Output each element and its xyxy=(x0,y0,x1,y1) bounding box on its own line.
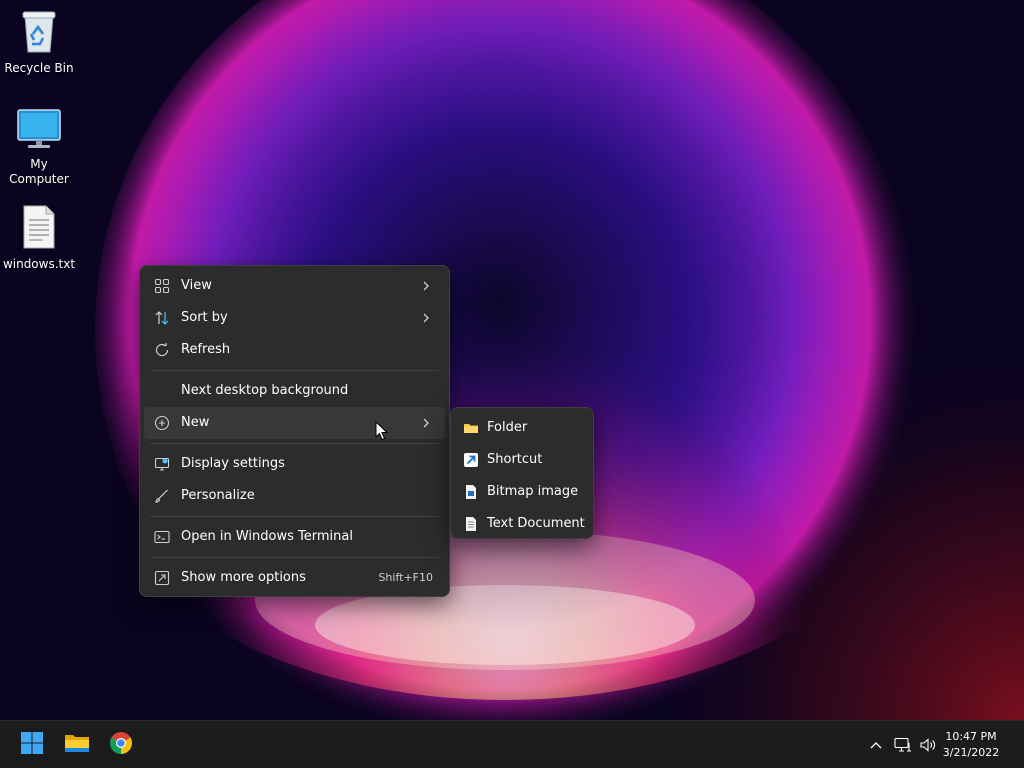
brush-icon xyxy=(154,488,170,504)
menu-item-label: Sort by xyxy=(181,310,228,325)
menu-item-label: Show more options xyxy=(181,570,306,585)
shortcut-arrow-icon xyxy=(463,452,479,468)
menu-item-view[interactable]: View xyxy=(144,270,445,302)
menu-item-label: Open in Windows Terminal xyxy=(181,529,353,544)
menu-separator xyxy=(150,370,439,371)
menu-item-label: Next desktop background xyxy=(181,383,349,398)
menu-item-display-settings[interactable]: Display settings xyxy=(144,448,445,480)
desktop-icon-label: Recycle Bin xyxy=(4,61,74,75)
clock-time: 10:47 PM xyxy=(945,730,997,743)
menu-item-show-more-options[interactable]: Show more options Shift+F10 xyxy=(144,562,445,594)
menu-item-label: Text Document xyxy=(487,516,585,531)
menu-item-sort-by[interactable]: Sort by xyxy=(144,302,445,334)
folder-icon xyxy=(463,420,479,436)
folder-icon xyxy=(64,732,90,758)
menu-item-new[interactable]: New xyxy=(144,407,445,439)
desktop[interactable]: Recycle Bin My Computer windows.txt View… xyxy=(0,0,1024,720)
plus-circle-icon xyxy=(154,415,170,431)
text-document-icon xyxy=(463,516,479,532)
menu-item-label: Display settings xyxy=(181,456,285,471)
sort-icon xyxy=(154,310,170,326)
desktop-icon-windows-txt[interactable]: windows.txt xyxy=(0,204,78,272)
submenu-item-folder[interactable]: Folder xyxy=(455,412,589,444)
submenu-item-bitmap-image[interactable]: Bitmap image xyxy=(455,476,589,508)
keyboard-shortcut: Shift+F10 xyxy=(378,571,433,584)
chevron-right-icon xyxy=(421,278,431,294)
desktop-icon-label: My Computer xyxy=(9,157,69,186)
volume-icon[interactable] xyxy=(918,735,938,755)
menu-separator xyxy=(150,516,439,517)
mouse-cursor-icon xyxy=(375,421,389,441)
menu-item-label: New xyxy=(181,415,210,430)
desktop-icon-label: windows.txt xyxy=(2,257,76,271)
menu-separator xyxy=(150,557,439,558)
windows-logo-icon xyxy=(20,731,44,759)
display-settings-icon xyxy=(154,456,170,472)
menu-item-label: View xyxy=(181,278,212,293)
file-explorer-button[interactable] xyxy=(57,725,97,765)
menu-item-label: Personalize xyxy=(181,488,255,503)
more-options-icon xyxy=(154,570,170,586)
start-button[interactable] xyxy=(12,725,52,765)
bitmap-file-icon xyxy=(463,484,479,500)
menu-item-label: Shortcut xyxy=(487,452,543,467)
menu-item-personalize[interactable]: Personalize xyxy=(144,480,445,512)
desktop-icon-my-computer[interactable]: My Computer xyxy=(0,108,78,187)
chevron-right-icon xyxy=(421,310,431,326)
taskbar: 10:47 PM 3/21/2022 xyxy=(0,720,1024,768)
terminal-icon xyxy=(154,529,170,545)
taskbar-clock[interactable]: 10:47 PM 3/21/2022 xyxy=(936,729,1006,761)
refresh-icon xyxy=(154,342,170,358)
chevron-right-icon xyxy=(421,415,431,431)
submenu-item-text-document[interactable]: Text Document xyxy=(455,508,589,540)
grid-icon xyxy=(154,278,170,294)
menu-item-label: Refresh xyxy=(181,342,231,357)
menu-item-next-desktop-background[interactable]: Next desktop background xyxy=(144,375,445,407)
menu-item-label: Folder xyxy=(487,420,528,435)
text-file-icon xyxy=(0,204,78,253)
monitor-icon xyxy=(0,108,78,153)
submenu-item-shortcut[interactable]: Shortcut xyxy=(455,444,589,476)
new-submenu: Folder Shortcut Bitmap image Text Docume… xyxy=(450,407,594,539)
menu-item-refresh[interactable]: Refresh xyxy=(144,334,445,366)
desktop-icon-recycle-bin[interactable]: Recycle Bin xyxy=(0,8,78,76)
menu-item-open-in-terminal[interactable]: Open in Windows Terminal xyxy=(144,521,445,553)
clock-date: 3/21/2022 xyxy=(942,746,1000,759)
context-menu: View Sort by Refresh Next desktop backgr… xyxy=(139,265,450,597)
chevron-up-icon[interactable] xyxy=(866,735,886,755)
chrome-icon xyxy=(109,731,133,759)
recycle-bin-icon xyxy=(0,8,78,57)
menu-separator xyxy=(150,443,439,444)
menu-item-label: Bitmap image xyxy=(487,484,579,499)
network-icon[interactable] xyxy=(893,735,913,755)
chrome-button[interactable] xyxy=(101,725,141,765)
